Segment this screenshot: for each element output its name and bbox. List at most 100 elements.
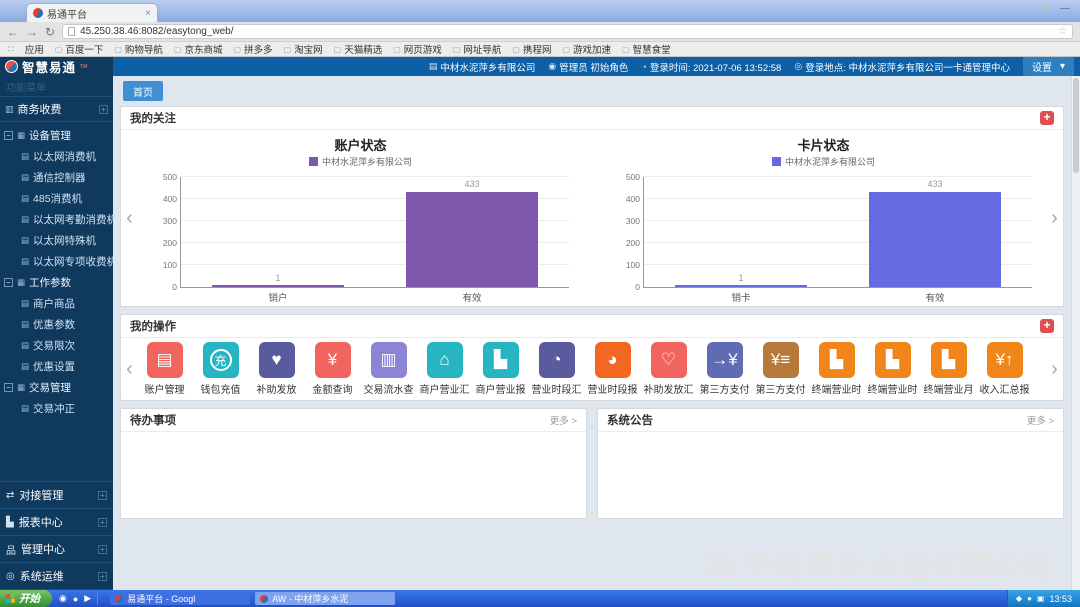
operation-tile[interactable]: ▙终端营业月 [923,342,974,396]
quick-launch-icon-1[interactable]: ◉ [59,593,67,604]
window-minimize-icon[interactable]: — [1060,3,1070,14]
notice-more-link[interactable]: 更多 > [1027,413,1054,427]
settings-button[interactable]: 设置 ▾ [1023,57,1074,76]
browser-tab[interactable]: 易通平台 × [26,3,158,22]
user-info: ◉ 管理员 初始角色 [548,60,628,74]
quick-launch-icon-3[interactable]: ▶ [84,593,91,604]
start-button[interactable]: 开始 [0,590,52,607]
operation-tile[interactable]: ¥↑收入汇总报 [979,342,1030,396]
quick-launch-icon-2[interactable]: ● [73,594,78,604]
expand-icon[interactable]: + [98,572,107,581]
collapse-icon[interactable]: − [4,278,13,287]
tree-child-item[interactable]: ▤以太网消费机 [0,146,113,167]
bookmark-item[interactable]: ▢智慧食堂 [622,42,671,56]
tree-child-item[interactable]: ▤交易限次 [0,335,113,356]
collapse-icon[interactable]: − [4,131,13,140]
operation-tile[interactable]: ¥金额查询 [307,342,358,396]
tree-child-label: 交易限次 [33,338,75,353]
page-icon: ▢ [233,45,241,54]
todo-more-link[interactable]: 更多 > [550,413,577,427]
carousel-right-icon[interactable]: › [1046,130,1063,306]
sidebar-section-4[interactable]: ◎系统运维+ [0,562,113,590]
operation-tile[interactable]: ♡补助发放汇 [643,342,694,396]
sidebar-section-1[interactable]: ⇄对接管理+ [0,481,113,508]
sidebar-section-3[interactable]: 品管理中心+ [0,535,113,562]
taskbar-window-button[interactable]: 易通平台 - Googl [110,592,250,605]
tree-child-item[interactable]: ▤以太网考勤消费机 [0,209,113,230]
add-focus-icon[interactable]: + [1040,111,1054,125]
ops-right-icon[interactable]: › [1046,358,1063,381]
scrollbar-thumb[interactable] [1073,78,1079,173]
operation-tile[interactable]: →¥第三方支付 [699,342,750,396]
tray-icon-1[interactable]: ◆ [1016,594,1022,603]
operation-tile[interactable]: ▙终端营业时 [811,342,862,396]
expand-icon[interactable]: + [98,545,107,554]
operation-tile[interactable]: ▥交易流水查 [363,342,414,396]
ops-left-icon[interactable]: ‹ [121,358,138,381]
expand-all-icon[interactable]: + [99,105,108,114]
bookmark-item[interactable]: ▢拼多多 [233,42,272,56]
tree-child-item[interactable]: ▤优惠参数 [0,314,113,335]
tree-child-item[interactable]: ▤交易冲正 [0,398,113,419]
operation-tile[interactable]: ¥≡第三方支付 [755,342,806,396]
operation-tile[interactable]: ◕营业时段报 [587,342,638,396]
tree-parent-item[interactable]: −▦设备管理 [0,125,113,146]
url-input[interactable]: 45.250.38.46:8082/easytong_web/ ☆ [62,24,1073,39]
operation-tile[interactable]: ⌂商户营业汇 [419,342,470,396]
bookmark-item[interactable]: ▢京东商城 [174,42,223,56]
apps-label[interactable]: 应用 [25,42,44,56]
section-label: 管理中心 [21,541,65,557]
operation-tile[interactable]: 充钱包充值 [195,342,246,396]
tree-child-item[interactable]: ▤通信控制器 [0,167,113,188]
bookmark-item[interactable]: ▢网址导航 [453,42,502,56]
bookmark-item[interactable]: ▢携程网 [512,42,551,56]
window-star-icon[interactable]: ☆ [1041,3,1050,14]
tray-icon-3[interactable]: ▣ [1037,594,1045,603]
tree-child-item[interactable]: ▤以太网特殊机 [0,230,113,251]
taskbar-window-button[interactable]: AW - 中材萍乡水泥 [255,592,395,605]
operation-tile[interactable]: ◔营业时段汇 [531,342,582,396]
tree-child-item[interactable]: ▤优惠设置 [0,356,113,377]
bookmark-item[interactable]: ▢淘宝网 [284,42,323,56]
forward-icon[interactable]: → [26,26,38,38]
tab-title: 易通平台 [47,6,87,21]
bookmark-item[interactable]: ▢网页游戏 [393,42,442,56]
expand-icon[interactable]: + [98,491,107,500]
company-name: 中材水泥萍乡有限公司 [440,60,535,74]
add-operation-icon[interactable]: + [1040,319,1054,333]
tree-child-item[interactable]: ▤商户商品 [0,293,113,314]
bookmark-item[interactable]: ▢购物导航 [114,42,163,56]
operation-tile[interactable]: ▙终端营业时 [867,342,918,396]
operation-tile[interactable]: ♥补助发放 [251,342,302,396]
window-title: AW - 中材萍乡水泥 [272,592,348,605]
tree-child-item[interactable]: ▤485消费机 [0,188,113,209]
tab-home[interactable]: 首页 [123,81,163,101]
operations-panel: 我的操作 + ‹ ▤账户管理充钱包充值♥补助发放¥金额查询▥交易流水查⌂商户营业… [120,314,1064,401]
operation-tile[interactable]: ▙商户营业报 [475,342,526,396]
reload-icon[interactable]: ↻ [45,26,55,38]
bookmark-item[interactable]: ▢天猫精选 [334,42,383,56]
folder-icon: ▦ [17,130,25,141]
tree-child-label: 优惠参数 [33,317,75,332]
tree-parent-label: 工作参数 [29,275,71,290]
bookmark-star-icon[interactable]: ☆ [1058,26,1067,37]
apps-grid-icon[interactable]: ∷ [8,44,14,55]
bookmark-item[interactable]: ▢游戏加速 [562,42,611,56]
carousel-left-icon[interactable]: ‹ [121,130,138,306]
tree-parent-item[interactable]: −▦工作参数 [0,272,113,293]
header-right: ▤ 中材水泥萍乡有限公司 ◉ 管理员 初始角色 ◔ 登录时间: 2021-07-… [429,57,1080,76]
back-icon[interactable]: ← [7,26,19,38]
tree-parent-item[interactable]: −▦交易管理 [0,377,113,398]
sidebar-section-2[interactable]: ▙报表中心+ [0,508,113,535]
collapse-icon[interactable]: − [4,383,13,392]
login-time: ◔ 登录时间: 2021-07-06 13:52:58 [641,60,781,74]
sidebar-section-business[interactable]: ▥ 商务收费 + [0,96,113,122]
bookmark-item[interactable]: ▢百度一下 [55,42,104,56]
plot: 01002003004005001销户433有效 [180,177,569,288]
operation-tile[interactable]: ▤账户管理 [139,342,190,396]
tray-icon-2[interactable]: ● [1027,594,1032,603]
expand-icon[interactable]: + [98,518,107,527]
scrollbar[interactable] [1071,76,1080,590]
tree-child-item[interactable]: ▤以太网专项收费机 [0,251,113,272]
tab-close-icon[interactable]: × [145,8,151,19]
